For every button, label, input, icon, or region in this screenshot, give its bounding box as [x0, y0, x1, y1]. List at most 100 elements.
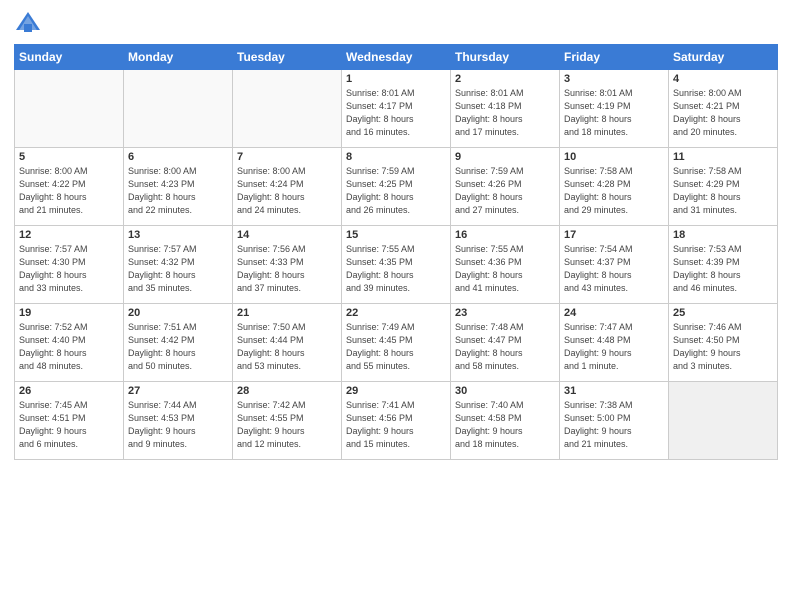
day-number: 2 — [455, 73, 555, 85]
day-cell: 17 Sunrise: 7:54 AM Sunset: 4:37 PM Dayli… — [560, 226, 669, 304]
day-cell: 2Sunrise: 8:01 AM Sunset: 4:18 PM Daylig… — [451, 70, 560, 148]
day-header-sunday: Sunday — [15, 45, 124, 70]
day-cell: 6Sunrise: 8:00 AM Sunset: 4:23 PM Daylig… — [124, 148, 233, 226]
day-cell: 12 Sunrise: 7:57 AM Sunset: 4:30 PM Dayli… — [15, 226, 124, 304]
day-cell: 11Sunrise: 7:58 AM Sunset: 4:29 PM Dayli… — [669, 148, 778, 226]
day-cell — [669, 382, 778, 460]
day-number: 7 — [237, 151, 337, 163]
day-info: Sunrise: 7:44 AM Sunset: 4:53 PM Dayligh… — [128, 399, 228, 451]
day-cell: 3 Sunrise: 8:01 AM Sunset: 4:19 PM Daylig… — [560, 70, 669, 148]
day-number: 31 — [564, 385, 664, 397]
day-number: 1 — [346, 73, 446, 85]
day-info: Sunrise: 7:49 AM Sunset: 4:45 PM Dayligh… — [346, 321, 446, 373]
days-header-row: SundayMondayTuesdayWednesdayThursdayFrid… — [15, 45, 778, 70]
day-cell: 14 Sunrise: 7:56 AM Sunset: 4:33 PM Dayli… — [233, 226, 342, 304]
day-info: Sunrise: 7:59 AM Sunset: 4:25 PM Dayligh… — [346, 165, 446, 217]
day-cell: 20 Sunrise: 7:51 AM Sunset: 4:42 PM Dayli… — [124, 304, 233, 382]
week-row-1: 1 Sunrise: 8:01 AM Sunset: 4:17 PM Daylig… — [15, 70, 778, 148]
day-number: 27 — [128, 385, 228, 397]
day-info: Sunrise: 7:45 AM Sunset: 4:51 PM Dayligh… — [19, 399, 119, 451]
day-cell: 5 Sunrise: 8:00 AM Sunset: 4:22 PM Daylig… — [15, 148, 124, 226]
day-info: Sunrise: 7:53 AM Sunset: 4:39 PM Dayligh… — [673, 243, 773, 295]
day-cell: 16 Sunrise: 7:55 AM Sunset: 4:36 PM Dayli… — [451, 226, 560, 304]
day-number: 4 — [673, 73, 773, 85]
day-header-friday: Friday — [560, 45, 669, 70]
week-row-4: 19Sunrise: 7:52 AM Sunset: 4:40 PM Dayli… — [15, 304, 778, 382]
day-info: Sunrise: 8:00 AM Sunset: 4:24 PM Dayligh… — [237, 165, 337, 217]
day-number: 29 — [346, 385, 446, 397]
day-number: 28 — [237, 385, 337, 397]
day-info: Sunrise: 7:55 AM Sunset: 4:36 PM Dayligh… — [455, 243, 555, 295]
day-cell: 22 Sunrise: 7:49 AM Sunset: 4:45 PM Dayli… — [342, 304, 451, 382]
day-cell: 24 Sunrise: 7:47 AM Sunset: 4:48 PM Dayli… — [560, 304, 669, 382]
day-number: 20 — [128, 307, 228, 319]
day-cell: 31 Sunrise: 7:38 AM Sunset: 5:00 PM Dayli… — [560, 382, 669, 460]
day-cell — [124, 70, 233, 148]
day-number: 9 — [455, 151, 555, 163]
day-cell: 25Sunrise: 7:46 AM Sunset: 4:50 PM Dayli… — [669, 304, 778, 382]
day-cell: 28 Sunrise: 7:42 AM Sunset: 4:55 PM Dayli… — [233, 382, 342, 460]
day-number: 13 — [128, 229, 228, 241]
day-cell: 13 Sunrise: 7:57 AM Sunset: 4:32 PM Dayli… — [124, 226, 233, 304]
day-info: Sunrise: 7:57 AM Sunset: 4:32 PM Dayligh… — [128, 243, 228, 295]
day-info: Sunrise: 7:46 AM Sunset: 4:50 PM Dayligh… — [673, 321, 773, 373]
day-info: Sunrise: 7:59 AM Sunset: 4:26 PM Dayligh… — [455, 165, 555, 217]
day-info: Sunrise: 8:00 AM Sunset: 4:22 PM Dayligh… — [19, 165, 119, 217]
day-number: 12 — [19, 229, 119, 241]
day-number: 24 — [564, 307, 664, 319]
day-number: 16 — [455, 229, 555, 241]
day-number: 6 — [128, 151, 228, 163]
day-number: 18 — [673, 229, 773, 241]
day-info: Sunrise: 8:00 AM Sunset: 4:21 PM Dayligh… — [673, 87, 773, 139]
day-info: Sunrise: 7:56 AM Sunset: 4:33 PM Dayligh… — [237, 243, 337, 295]
day-info: Sunrise: 7:47 AM Sunset: 4:48 PM Dayligh… — [564, 321, 664, 373]
day-number: 14 — [237, 229, 337, 241]
day-info: Sunrise: 7:42 AM Sunset: 4:55 PM Dayligh… — [237, 399, 337, 451]
calendar-table: SundayMondayTuesdayWednesdayThursdayFrid… — [14, 44, 778, 460]
day-cell: 23 Sunrise: 7:48 AM Sunset: 4:47 PM Dayli… — [451, 304, 560, 382]
week-row-3: 12 Sunrise: 7:57 AM Sunset: 4:30 PM Dayli… — [15, 226, 778, 304]
day-cell: 21Sunrise: 7:50 AM Sunset: 4:44 PM Dayli… — [233, 304, 342, 382]
day-number: 3 — [564, 73, 664, 85]
day-cell: 26 Sunrise: 7:45 AM Sunset: 4:51 PM Dayli… — [15, 382, 124, 460]
week-row-2: 5 Sunrise: 8:00 AM Sunset: 4:22 PM Daylig… — [15, 148, 778, 226]
day-number: 11 — [673, 151, 773, 163]
day-info: Sunrise: 7:38 AM Sunset: 5:00 PM Dayligh… — [564, 399, 664, 451]
logo-icon — [14, 10, 42, 38]
day-info: Sunrise: 7:55 AM Sunset: 4:35 PM Dayligh… — [346, 243, 446, 295]
day-info: Sunrise: 7:50 AM Sunset: 4:44 PM Dayligh… — [237, 321, 337, 373]
day-number: 8 — [346, 151, 446, 163]
day-info: Sunrise: 7:54 AM Sunset: 4:37 PM Dayligh… — [564, 243, 664, 295]
day-number: 26 — [19, 385, 119, 397]
day-number: 23 — [455, 307, 555, 319]
day-header-monday: Monday — [124, 45, 233, 70]
day-cell: 18 Sunrise: 7:53 AM Sunset: 4:39 PM Dayli… — [669, 226, 778, 304]
day-cell: 29Sunrise: 7:41 AM Sunset: 4:56 PM Dayli… — [342, 382, 451, 460]
day-cell — [233, 70, 342, 148]
day-number: 10 — [564, 151, 664, 163]
day-number: 17 — [564, 229, 664, 241]
day-header-wednesday: Wednesday — [342, 45, 451, 70]
day-cell: 9 Sunrise: 7:59 AM Sunset: 4:26 PM Daylig… — [451, 148, 560, 226]
day-cell: 15 Sunrise: 7:55 AM Sunset: 4:35 PM Dayli… — [342, 226, 451, 304]
day-cell — [15, 70, 124, 148]
day-info: Sunrise: 7:48 AM Sunset: 4:47 PM Dayligh… — [455, 321, 555, 373]
day-cell: 1 Sunrise: 8:01 AM Sunset: 4:17 PM Daylig… — [342, 70, 451, 148]
day-cell: 19Sunrise: 7:52 AM Sunset: 4:40 PM Dayli… — [15, 304, 124, 382]
day-cell: 4 Sunrise: 8:00 AM Sunset: 4:21 PM Daylig… — [669, 70, 778, 148]
day-info: Sunrise: 7:51 AM Sunset: 4:42 PM Dayligh… — [128, 321, 228, 373]
day-number: 22 — [346, 307, 446, 319]
day-info: Sunrise: 8:01 AM Sunset: 4:17 PM Dayligh… — [346, 87, 446, 139]
logo — [14, 10, 46, 38]
calendar-page: SundayMondayTuesdayWednesdayThursdayFrid… — [0, 0, 792, 612]
day-info: Sunrise: 8:01 AM Sunset: 4:19 PM Dayligh… — [564, 87, 664, 139]
day-info: Sunrise: 7:57 AM Sunset: 4:30 PM Dayligh… — [19, 243, 119, 295]
day-number: 30 — [455, 385, 555, 397]
day-number: 15 — [346, 229, 446, 241]
day-info: Sunrise: 7:40 AM Sunset: 4:58 PM Dayligh… — [455, 399, 555, 451]
day-cell: 8 Sunrise: 7:59 AM Sunset: 4:25 PM Daylig… — [342, 148, 451, 226]
day-cell: 7 Sunrise: 8:00 AM Sunset: 4:24 PM Daylig… — [233, 148, 342, 226]
header — [14, 10, 778, 38]
day-number: 5 — [19, 151, 119, 163]
day-info: Sunrise: 7:52 AM Sunset: 4:40 PM Dayligh… — [19, 321, 119, 373]
